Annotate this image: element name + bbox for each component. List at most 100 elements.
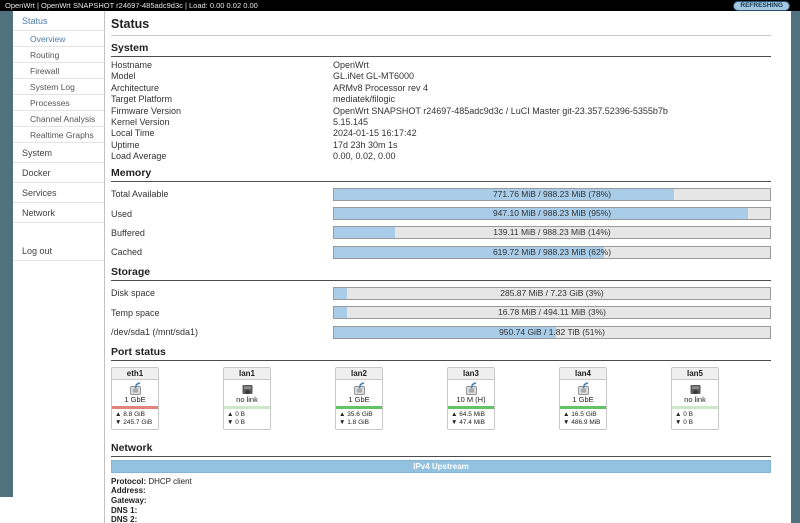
sidebar-item-realtime-graphs[interactable]: Realtime Graphs (13, 127, 104, 143)
port-name: lan3 (448, 368, 494, 380)
sidebar-item-logout[interactable]: Log out (13, 241, 104, 261)
sidebar-item-routing[interactable]: Routing (13, 47, 104, 63)
row-value: ARMv8 Processor rev 4 (333, 83, 771, 94)
row-label: Temp space (111, 308, 333, 318)
sidebar-item-docker[interactable]: Docker (13, 163, 104, 183)
upstream-field: Protocol: DHCP client (111, 477, 771, 487)
sidebar-item-system[interactable]: System (13, 143, 104, 163)
row-label: Target Platform (111, 94, 333, 105)
sidebar-item-firewall[interactable]: Firewall (13, 63, 104, 79)
sidebar-item-processes[interactable]: Processes (13, 95, 104, 111)
system-row: HostnameOpenWrt (111, 60, 771, 71)
upstream-field: Gateway: (111, 496, 771, 506)
upload-total: 16.5 GiB (571, 411, 596, 418)
port-traffic: ▲ 16.5 GiB ▼ 486.9 MiB (560, 409, 606, 429)
ipv4-upstream-header: IPv4 Upstream (111, 460, 771, 473)
system-row: Kernel Version5.15.145 (111, 117, 771, 128)
upload-total: 35.6 GiB (347, 411, 372, 418)
port-speed: 10 M (H) (448, 395, 494, 406)
row-label: Kernel Version (111, 117, 333, 128)
port-name: eth1 (112, 368, 158, 380)
download-total: 1.8 GiB (347, 419, 369, 426)
port-traffic: ▲ 8.8 GiB ▼ 245.7 GiB (112, 409, 158, 429)
refreshing-badge[interactable]: REFRESHING (733, 1, 790, 11)
sidebar-item-system-log[interactable]: System Log (13, 79, 104, 95)
system-row: Firmware VersionOpenWrt SNAPSHOT r24697-… (111, 106, 771, 117)
system-row: ModelGL.iNet GL-MT6000 (111, 71, 771, 82)
port-name: lan5 (672, 368, 718, 380)
section-heading-system: System (111, 38, 771, 57)
download-arrow-icon: ▼ (115, 419, 121, 426)
row-label: Model (111, 71, 333, 82)
row-label: Disk space (111, 288, 333, 298)
storage-row: Disk space285.87 MiB / 7.23 GiB (3%) (111, 284, 771, 303)
sidebar-item-services[interactable]: Services (13, 183, 104, 203)
download-total: 0 B (683, 419, 693, 426)
port-traffic: ▲ 0 B ▼ 0 B (224, 409, 270, 429)
row-label: Used (111, 209, 333, 219)
progress-text: 619.72 MiB / 988.23 MiB (62%) (334, 247, 770, 258)
row-label: Load Average (111, 151, 333, 162)
progress-bar: 285.87 MiB / 7.23 GiB (3%) (333, 287, 771, 300)
port-card-lan3: lan3 10 M (H) ▲ 64.5 MiB ▼ 47.4 MiB (447, 367, 495, 430)
memory-row: Total Available771.76 MiB / 988.23 MiB (… (111, 185, 771, 204)
download-arrow-icon: ▼ (451, 419, 457, 426)
row-label: Firmware Version (111, 106, 333, 117)
row-label: Buffered (111, 228, 333, 238)
upload-total: 0 B (235, 411, 245, 418)
upload-arrow-icon: ▲ (563, 411, 569, 418)
field-label: Protocol: (111, 477, 146, 486)
memory-row: Used947.10 MiB / 988.23 MiB (95%) (111, 204, 771, 223)
sidebar-item-overview[interactable]: Overview (13, 31, 104, 47)
storage-row: /dev/sda1 (/mnt/sda1)950.74 GiB / 1.82 T… (111, 322, 771, 341)
port-speed: no link (224, 395, 270, 406)
section-heading-port-status: Port status (111, 342, 771, 361)
progress-bar: 139.11 MiB / 988.23 MiB (14%) (333, 226, 771, 239)
port-traffic: ▲ 35.6 GiB ▼ 1.8 GiB (336, 409, 382, 429)
right-frame-strip (791, 11, 800, 523)
main-content: Status System HostnameOpenWrt ModelGL.iN… (105, 11, 791, 523)
row-value: OpenWrt (333, 60, 771, 71)
upload-total: 0 B (683, 411, 693, 418)
upstream-field: DNS 2: (111, 515, 771, 523)
sidebar-spacer (13, 223, 104, 241)
system-row: Uptime17d 23h 30m 1s (111, 140, 771, 151)
field-label: Address: (111, 486, 146, 495)
sidebar-item-channel-analysis[interactable]: Channel Analysis (13, 111, 104, 127)
sidebar-nav: Status Overview Routing Firewall System … (13, 11, 105, 523)
download-arrow-icon: ▼ (339, 419, 345, 426)
progress-bar: 619.72 MiB / 988.23 MiB (62%) (333, 246, 771, 259)
download-total: 486.9 MiB (571, 419, 600, 426)
storage-row: Temp space16.78 MiB / 494.11 MiB (3%) (111, 303, 771, 322)
progress-text: 285.87 MiB / 7.23 GiB (3%) (334, 288, 770, 299)
download-total: 0 B (235, 419, 245, 426)
sidebar-item-status[interactable]: Status (13, 11, 104, 31)
progress-text: 947.10 MiB / 988.23 MiB (95%) (334, 208, 770, 219)
download-arrow-icon: ▼ (675, 419, 681, 426)
row-value: GL.iNet GL-MT6000 (333, 71, 771, 82)
upload-total: 64.5 MiB (459, 411, 485, 418)
port-card-lan1: lan1 no link ▲ 0 B ▼ 0 B (223, 367, 271, 430)
port-name: lan4 (560, 368, 606, 380)
memory-row: Cached619.72 MiB / 988.23 MiB (62%) (111, 243, 771, 262)
port-traffic: ▲ 0 B ▼ 0 B (672, 409, 718, 429)
port-speed: 1 GbE (560, 395, 606, 406)
port-card-lan2: lan2 1 GbE ▲ 35.6 GiB ▼ 1.8 GiB (335, 367, 383, 430)
progress-bar: 947.10 MiB / 988.23 MiB (95%) (333, 207, 771, 220)
row-label: Architecture (111, 83, 333, 94)
download-arrow-icon: ▼ (563, 419, 569, 426)
system-row: ArchitectureARMv8 Processor rev 4 (111, 83, 771, 94)
row-label: Local Time (111, 128, 333, 139)
progress-text: 16.78 MiB / 494.11 MiB (3%) (334, 307, 770, 318)
top-status-bar: OpenWrt | OpenWrt SNAPSHOT r24697-485adc… (0, 0, 800, 11)
port-traffic: ▲ 64.5 MiB ▼ 47.4 MiB (448, 409, 494, 429)
download-total: 245.7 GiB (123, 419, 152, 426)
field-label: Gateway: (111, 496, 147, 505)
row-value: mediatek/filogic (333, 94, 771, 105)
progress-bar: 950.74 GiB / 1.82 TiB (51%) (333, 326, 771, 339)
left-frame-strip (0, 11, 13, 497)
upload-arrow-icon: ▲ (451, 411, 457, 418)
system-row: Local Time2024-01-15 16:17:42 (111, 128, 771, 139)
section-heading-storage: Storage (111, 262, 771, 281)
sidebar-item-network[interactable]: Network (13, 203, 104, 223)
